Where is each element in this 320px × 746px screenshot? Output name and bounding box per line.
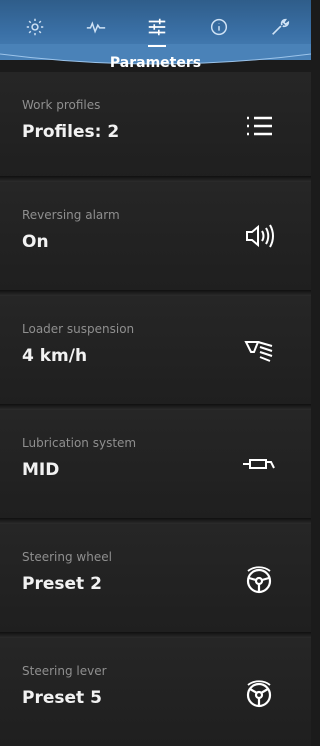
steering-lever-icon <box>241 674 277 710</box>
list-item-steering-lever[interactable]: Steering lever Preset 5 <box>0 638 311 746</box>
list-item-work-profiles[interactable]: Work profiles Profiles: 2 <box>0 72 311 180</box>
item-label: Steering lever <box>22 664 107 678</box>
speaker-sound-icon <box>241 218 277 254</box>
suspension-spring-icon <box>241 332 277 368</box>
item-label: Lubrication system <box>22 436 137 450</box>
item-value: Preset 5 <box>22 688 102 708</box>
grease-gun-icon <box>241 446 277 482</box>
settings-gear-icon[interactable] <box>22 14 48 40</box>
list-item-steering-wheel[interactable]: Steering wheel Preset 2 <box>0 524 311 632</box>
item-value: Preset 2 <box>22 574 102 594</box>
item-label: Reversing alarm <box>22 208 120 222</box>
page-title: Parameters <box>109 55 202 71</box>
steering-wheel-icon <box>241 560 277 596</box>
activity-wave-icon[interactable] <box>83 14 109 40</box>
item-value: MID <box>22 460 60 480</box>
active-tab-indicator <box>148 45 166 47</box>
item-label: Loader suspension <box>22 322 135 336</box>
item-value: Profiles: 2 <box>22 122 120 142</box>
item-label: Steering wheel <box>22 550 112 564</box>
list-item-loader-suspension[interactable]: Loader suspension 4 km/h <box>0 296 311 404</box>
item-value: On <box>22 232 49 252</box>
info-icon[interactable] <box>206 14 232 40</box>
list-item-reversing-alarm[interactable]: Reversing alarm On <box>0 182 311 290</box>
item-label: Work profiles <box>22 98 101 112</box>
item-value: 4 km/h <box>22 346 88 366</box>
list-icon <box>241 108 277 144</box>
list-item-lubrication-system[interactable]: Lubrication system MID <box>0 410 311 518</box>
sliders-icon[interactable] <box>144 14 170 40</box>
wrench-icon[interactable] <box>267 14 293 40</box>
